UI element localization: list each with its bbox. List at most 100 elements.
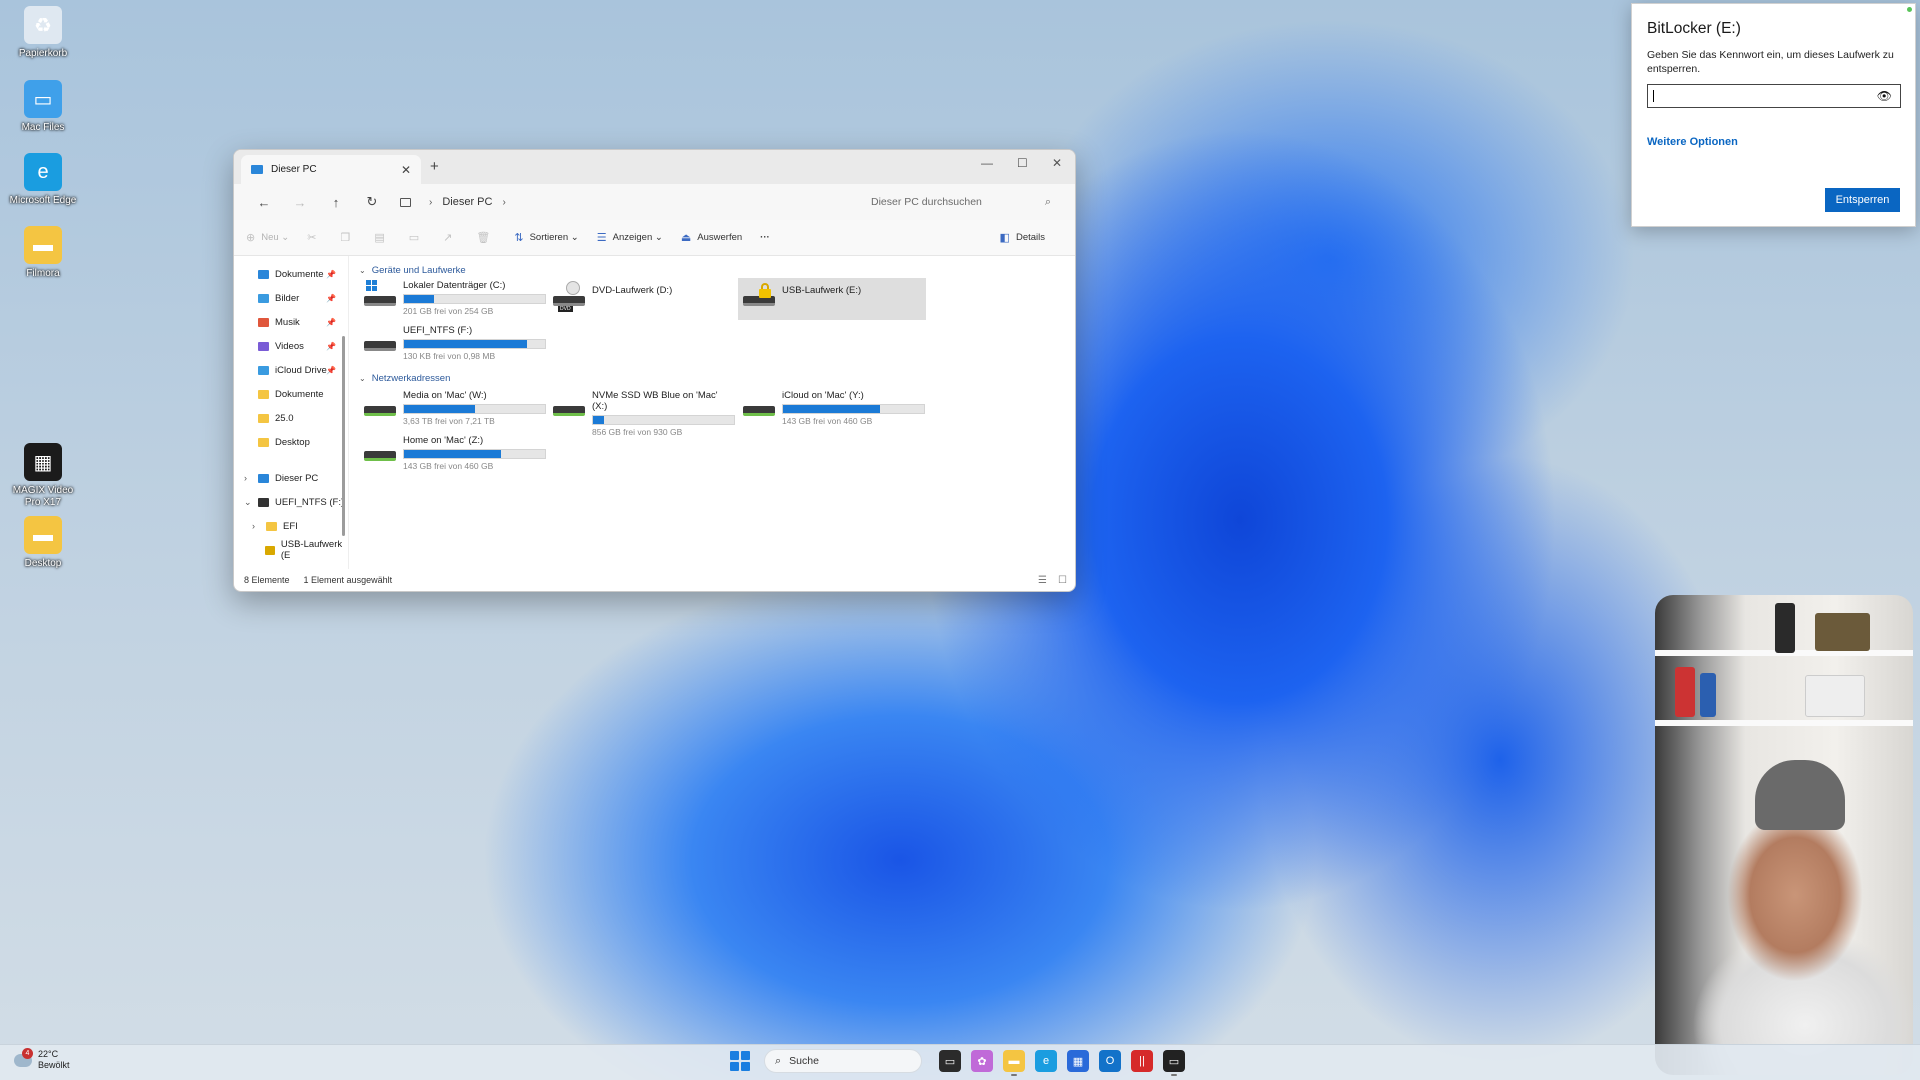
cut-button[interactable]: ✂ xyxy=(307,231,322,244)
expand-arrow-icon[interactable]: ⌄ xyxy=(244,497,258,508)
shelf-object xyxy=(1815,613,1870,651)
chevron-right-icon[interactable]: › xyxy=(502,197,505,208)
new-button[interactable]: ⊕ Neu ⌄ xyxy=(246,231,289,244)
close-tab-icon[interactable]: ✕ xyxy=(401,163,411,177)
sort-label: Sortieren xyxy=(529,232,569,243)
more-options-button[interactable]: ··· xyxy=(760,232,770,243)
sidebar-item[interactable]: Dokumente 📌 xyxy=(234,262,348,286)
person-hair xyxy=(1755,760,1845,830)
folder-icon: ▬ xyxy=(24,516,62,554)
folder-icon xyxy=(258,317,269,327)
close-window-button[interactable]: ✕ xyxy=(1052,156,1062,170)
sidebar-item-label: 25.0 xyxy=(275,412,294,424)
delete-button[interactable]: 🗑 xyxy=(476,231,496,244)
search-input[interactable]: Dieser PC durchsuchen ⌕ xyxy=(861,189,1061,215)
password-field[interactable]: 👁 xyxy=(1647,84,1901,109)
details-pane-icon: ◧ xyxy=(999,232,1010,244)
weather-widget[interactable]: 4 22°C Bewölkt xyxy=(14,1047,70,1072)
sidebar-item[interactable]: Desktop xyxy=(234,430,348,454)
drive-w[interactable]: Media on 'Mac' (W:) 3,63 TB frei von 7,2… xyxy=(359,388,547,430)
outlook-icon[interactable]: O xyxy=(1099,1050,1121,1072)
task-view-icon[interactable]: ▭ xyxy=(939,1050,961,1072)
expand-arrow-icon[interactable]: › xyxy=(244,473,258,483)
section-network[interactable]: ⌄ Netzwerkadressen xyxy=(359,370,450,386)
view-button[interactable]: ☰ Anzeigen ⌄ xyxy=(597,231,663,244)
tree-item[interactable]: USB-Laufwerk (E xyxy=(234,538,348,562)
sort-button[interactable]: ⇅ Sortieren ⌄ xyxy=(514,231,578,244)
trash-icon: 🗑 xyxy=(476,232,491,244)
desktop-icon[interactable]: ▦ MAGIX Video Pro X17 xyxy=(8,443,78,509)
windows-drive-icon xyxy=(363,280,397,312)
sidebar-item[interactable]: iCloud Drive 📌 xyxy=(234,358,348,382)
expand-arrow-icon[interactable]: › xyxy=(252,521,266,531)
paste-button[interactable]: ▤ xyxy=(374,231,390,244)
desktop-icon[interactable]: ▬ Desktop xyxy=(8,516,78,570)
weather-temperature: 22°C xyxy=(38,1049,59,1059)
drive-e[interactable]: USB-Laufwerk (E:) xyxy=(738,278,926,320)
section-devices[interactable]: ⌄ Geräte und Laufwerke xyxy=(359,262,1075,278)
taskbar: 4 22°C Bewölkt ⌕ Suche ▭ ✿ ▬ e ▦ O || ▭ xyxy=(0,1044,1920,1080)
parallels-icon[interactable]: || xyxy=(1131,1050,1153,1072)
drive-name: NVMe SSD WB Blue on 'Mac' (X:) xyxy=(592,390,718,412)
drive-y[interactable]: iCloud on 'Mac' (Y:) 143 GB frei von 460… xyxy=(738,388,926,430)
new-tab-button[interactable]: + xyxy=(430,158,439,175)
sidebar-item-label: iCloud Drive xyxy=(275,364,327,376)
sidebar-item[interactable]: Dokumente xyxy=(234,382,348,406)
sidebar-item[interactable]: Videos 📌 xyxy=(234,334,348,358)
taskbar-search[interactable]: ⌕ Suche xyxy=(764,1049,922,1073)
desktop-icon[interactable]: ♻ Papierkorb xyxy=(8,6,78,60)
tab-dieser-pc[interactable]: Dieser PC ✕ xyxy=(241,155,421,184)
share-button[interactable]: ↗ xyxy=(443,231,458,244)
back-arrow-icon[interactable]: ← xyxy=(246,195,282,210)
desktop-icon[interactable]: ▭ Mac Files xyxy=(8,80,78,134)
drive-d[interactable]: DVD DVD-Laufwerk (D:) xyxy=(548,278,736,320)
scrollbar[interactable] xyxy=(342,336,345,536)
desktop-icon[interactable]: ▬ Filmora xyxy=(8,226,78,280)
maximize-button[interactable]: ☐ xyxy=(1017,156,1028,170)
tiles-view-icon[interactable]: ☐ xyxy=(1058,575,1067,586)
dialog-title: BitLocker (E:) xyxy=(1647,20,1741,37)
tree-item[interactable]: ⌄ UEFI_NTFS (F:) xyxy=(234,490,348,514)
windows-start-icon[interactable] xyxy=(730,1051,750,1071)
reveal-password-icon[interactable]: 👁 xyxy=(1877,89,1892,103)
eject-button[interactable]: ⏏ Auswerfen xyxy=(681,231,742,244)
magix-video-icon: ▦ xyxy=(24,443,62,481)
more-options-link[interactable]: Weitere Optionen xyxy=(1647,136,1900,148)
desktop-icon[interactable]: e Microsoft Edge xyxy=(8,153,78,207)
view-label: Anzeigen xyxy=(612,232,653,243)
sidebar-item[interactable]: 25.0 xyxy=(234,406,348,430)
tree-item[interactable]: › EFI xyxy=(234,514,348,538)
store-icon[interactable]: ▦ xyxy=(1067,1050,1089,1072)
minimize-button[interactable]: — xyxy=(981,156,993,170)
copilot-icon[interactable]: ✿ xyxy=(971,1050,993,1072)
sidebar-item-label: Musik xyxy=(275,316,300,328)
sidebar-item[interactable]: Musik 📌 xyxy=(234,310,348,334)
tree-item-label: USB-Laufwerk (E xyxy=(280,539,343,561)
tree-item[interactable]: › Dieser PC xyxy=(234,466,348,490)
sidebar-item[interactable]: Bilder 📌 xyxy=(234,286,348,310)
chevron-right-icon[interactable]: › xyxy=(429,197,432,208)
copy-button[interactable]: ❐ xyxy=(340,231,356,244)
drive-z[interactable]: Home on 'Mac' (Z:) 143 GB frei von 460 G… xyxy=(359,433,547,475)
usage-bar xyxy=(403,294,546,304)
folder-icon xyxy=(258,437,269,447)
drive-c[interactable]: Lokaler Datenträger (C:) 201 GB frei von… xyxy=(359,278,547,320)
drive-x[interactable]: NVMe SSD WB Blue on 'Mac' (X:) 856 GB fr… xyxy=(548,388,736,437)
drive-f[interactable]: UEFI_NTFS (F:) 130 KB frei von 0,98 MB xyxy=(359,323,547,365)
forward-arrow-icon[interactable]: → xyxy=(282,195,318,210)
file-explorer-icon[interactable]: ▬ xyxy=(1003,1050,1025,1076)
sidebar-item-label: Desktop xyxy=(275,436,310,448)
rename-button[interactable]: ▭ xyxy=(409,231,425,244)
edge-icon[interactable]: e xyxy=(1035,1050,1057,1072)
unlock-button[interactable]: Entsperren xyxy=(1825,188,1900,212)
terminal-icon[interactable]: ▭ xyxy=(1163,1050,1185,1076)
sidebar-item-label: Bilder xyxy=(275,292,300,304)
details-view-icon[interactable]: ☰ xyxy=(1038,575,1047,586)
desktop-icon-label: Papierkorb xyxy=(18,48,68,59)
refresh-icon[interactable]: ↻ xyxy=(354,194,390,210)
breadcrumb[interactable]: Dieser PC xyxy=(442,196,492,208)
cut-icon: ✂ xyxy=(307,232,317,244)
details-button[interactable]: ◧ Details xyxy=(1000,231,1045,244)
usage-bar xyxy=(782,404,925,414)
up-arrow-icon[interactable]: ↑ xyxy=(318,195,354,210)
